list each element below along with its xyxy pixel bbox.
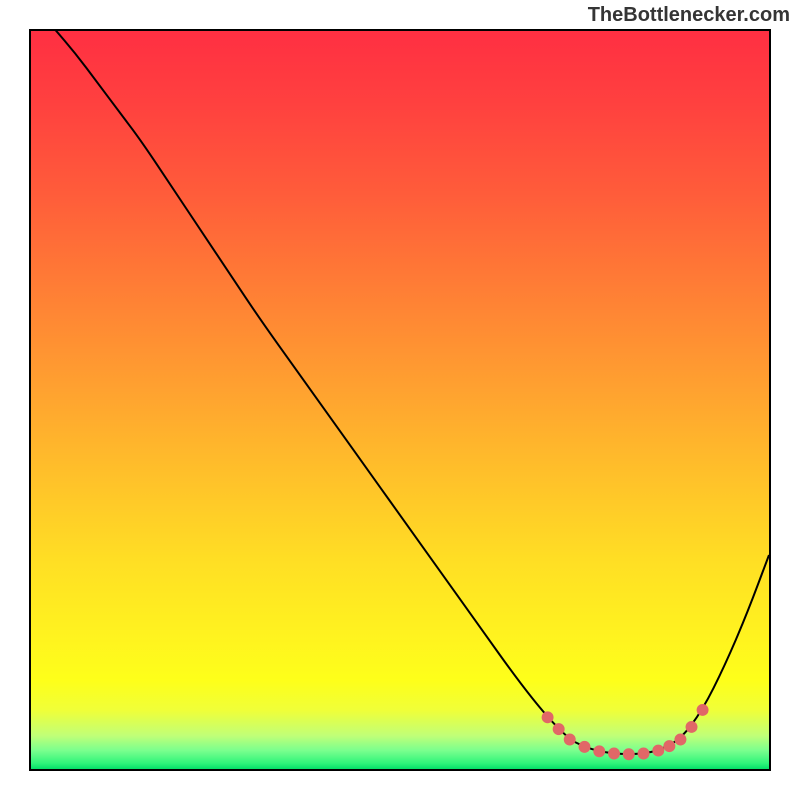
marker-dot bbox=[652, 745, 664, 757]
marker-dot bbox=[564, 734, 576, 746]
chart-svg bbox=[31, 31, 769, 769]
chart-container: TheBottlenecker.com bbox=[0, 0, 800, 800]
marker-dot bbox=[608, 748, 620, 760]
marker-dot bbox=[686, 721, 698, 733]
marker-dot bbox=[674, 734, 686, 746]
marker-dot bbox=[663, 740, 675, 752]
marker-dot bbox=[579, 741, 591, 753]
marker-dot bbox=[593, 745, 605, 757]
marker-dot bbox=[553, 723, 565, 735]
marker-dot bbox=[638, 748, 650, 760]
marker-dot bbox=[697, 704, 709, 716]
plot-area bbox=[29, 29, 771, 771]
marker-dot bbox=[542, 711, 554, 723]
attribution-label: TheBottlenecker.com bbox=[588, 4, 790, 27]
marker-dot bbox=[623, 748, 635, 760]
